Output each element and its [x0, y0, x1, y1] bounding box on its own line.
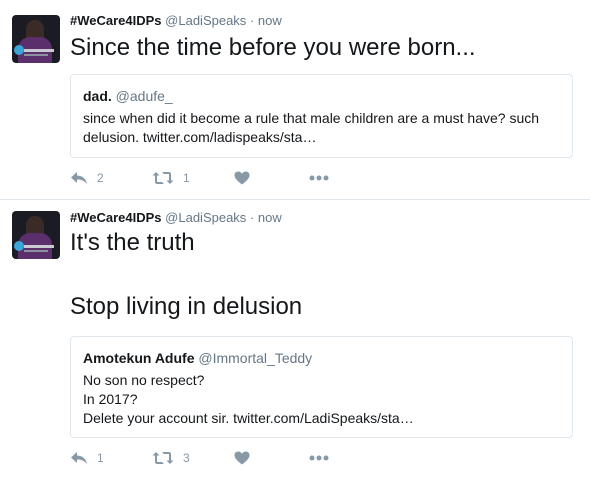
reply-count: 1: [97, 451, 104, 465]
display-name[interactable]: #WeCare4IDPs: [70, 210, 162, 225]
tweet-actions: 2 1: [70, 170, 329, 186]
quoted-username: @adufe_: [115, 88, 173, 104]
retweet-count: 1: [183, 171, 190, 185]
tweet-text: It's the truth Stop living in delusion: [70, 229, 303, 320]
heart-icon: [234, 451, 250, 465]
retweet-icon: [152, 171, 174, 185]
avatar[interactable]: [12, 211, 60, 259]
quoted-text: No son no respect? In 2017? Delete your …: [83, 372, 414, 426]
quoted-tweet[interactable]: Amotekun Adufe @Immortal_Teddy No son no…: [70, 336, 573, 438]
reply-icon: [70, 171, 88, 185]
tweet-1[interactable]: #WeCare4IDPs @LadiSpeaks · now Since the…: [0, 0, 590, 199]
retweet-button[interactable]: 1: [152, 171, 234, 185]
more-dots-icon: [309, 175, 329, 181]
quoted-tweet[interactable]: dad. @adufe_ since when did it become a …: [70, 74, 573, 158]
reply-button[interactable]: 2: [70, 171, 152, 185]
timestamp[interactable]: now: [258, 210, 282, 225]
tweet-actions: 1 3: [70, 450, 329, 466]
like-button[interactable]: [234, 451, 309, 465]
reply-icon: [70, 451, 88, 465]
separator: ·: [249, 13, 255, 28]
timestamp[interactable]: now: [258, 13, 282, 28]
quoted-text: since when did it become a rule that mal…: [83, 110, 540, 145]
username[interactable]: @LadiSpeaks: [165, 13, 246, 28]
display-name[interactable]: #WeCare4IDPs: [70, 13, 162, 28]
quoted-display-name: dad.: [83, 88, 112, 104]
avatar[interactable]: [12, 15, 60, 63]
like-button[interactable]: [234, 171, 309, 185]
quoted-username: @Immortal_Teddy: [198, 350, 313, 366]
tweet-text: Since the time before you were born...: [70, 34, 476, 61]
heart-icon: [234, 171, 250, 185]
username[interactable]: @LadiSpeaks: [165, 210, 246, 225]
retweet-icon: [152, 451, 174, 465]
more-button[interactable]: [309, 175, 329, 181]
more-button[interactable]: [309, 455, 329, 461]
retweet-count: 3: [183, 451, 190, 465]
tweet-2[interactable]: #WeCare4IDPs @LadiSpeaks · now It's the …: [0, 200, 590, 481]
more-dots-icon: [309, 455, 329, 461]
reply-count: 2: [97, 171, 104, 185]
tweet-header: #WeCare4IDPs @LadiSpeaks · now: [70, 13, 282, 28]
reply-button[interactable]: 1: [70, 451, 152, 465]
separator: ·: [249, 210, 255, 225]
tweet-header: #WeCare4IDPs @LadiSpeaks · now: [70, 210, 282, 225]
retweet-button[interactable]: 3: [152, 451, 234, 465]
quoted-display-name: Amotekun Adufe: [83, 350, 195, 366]
